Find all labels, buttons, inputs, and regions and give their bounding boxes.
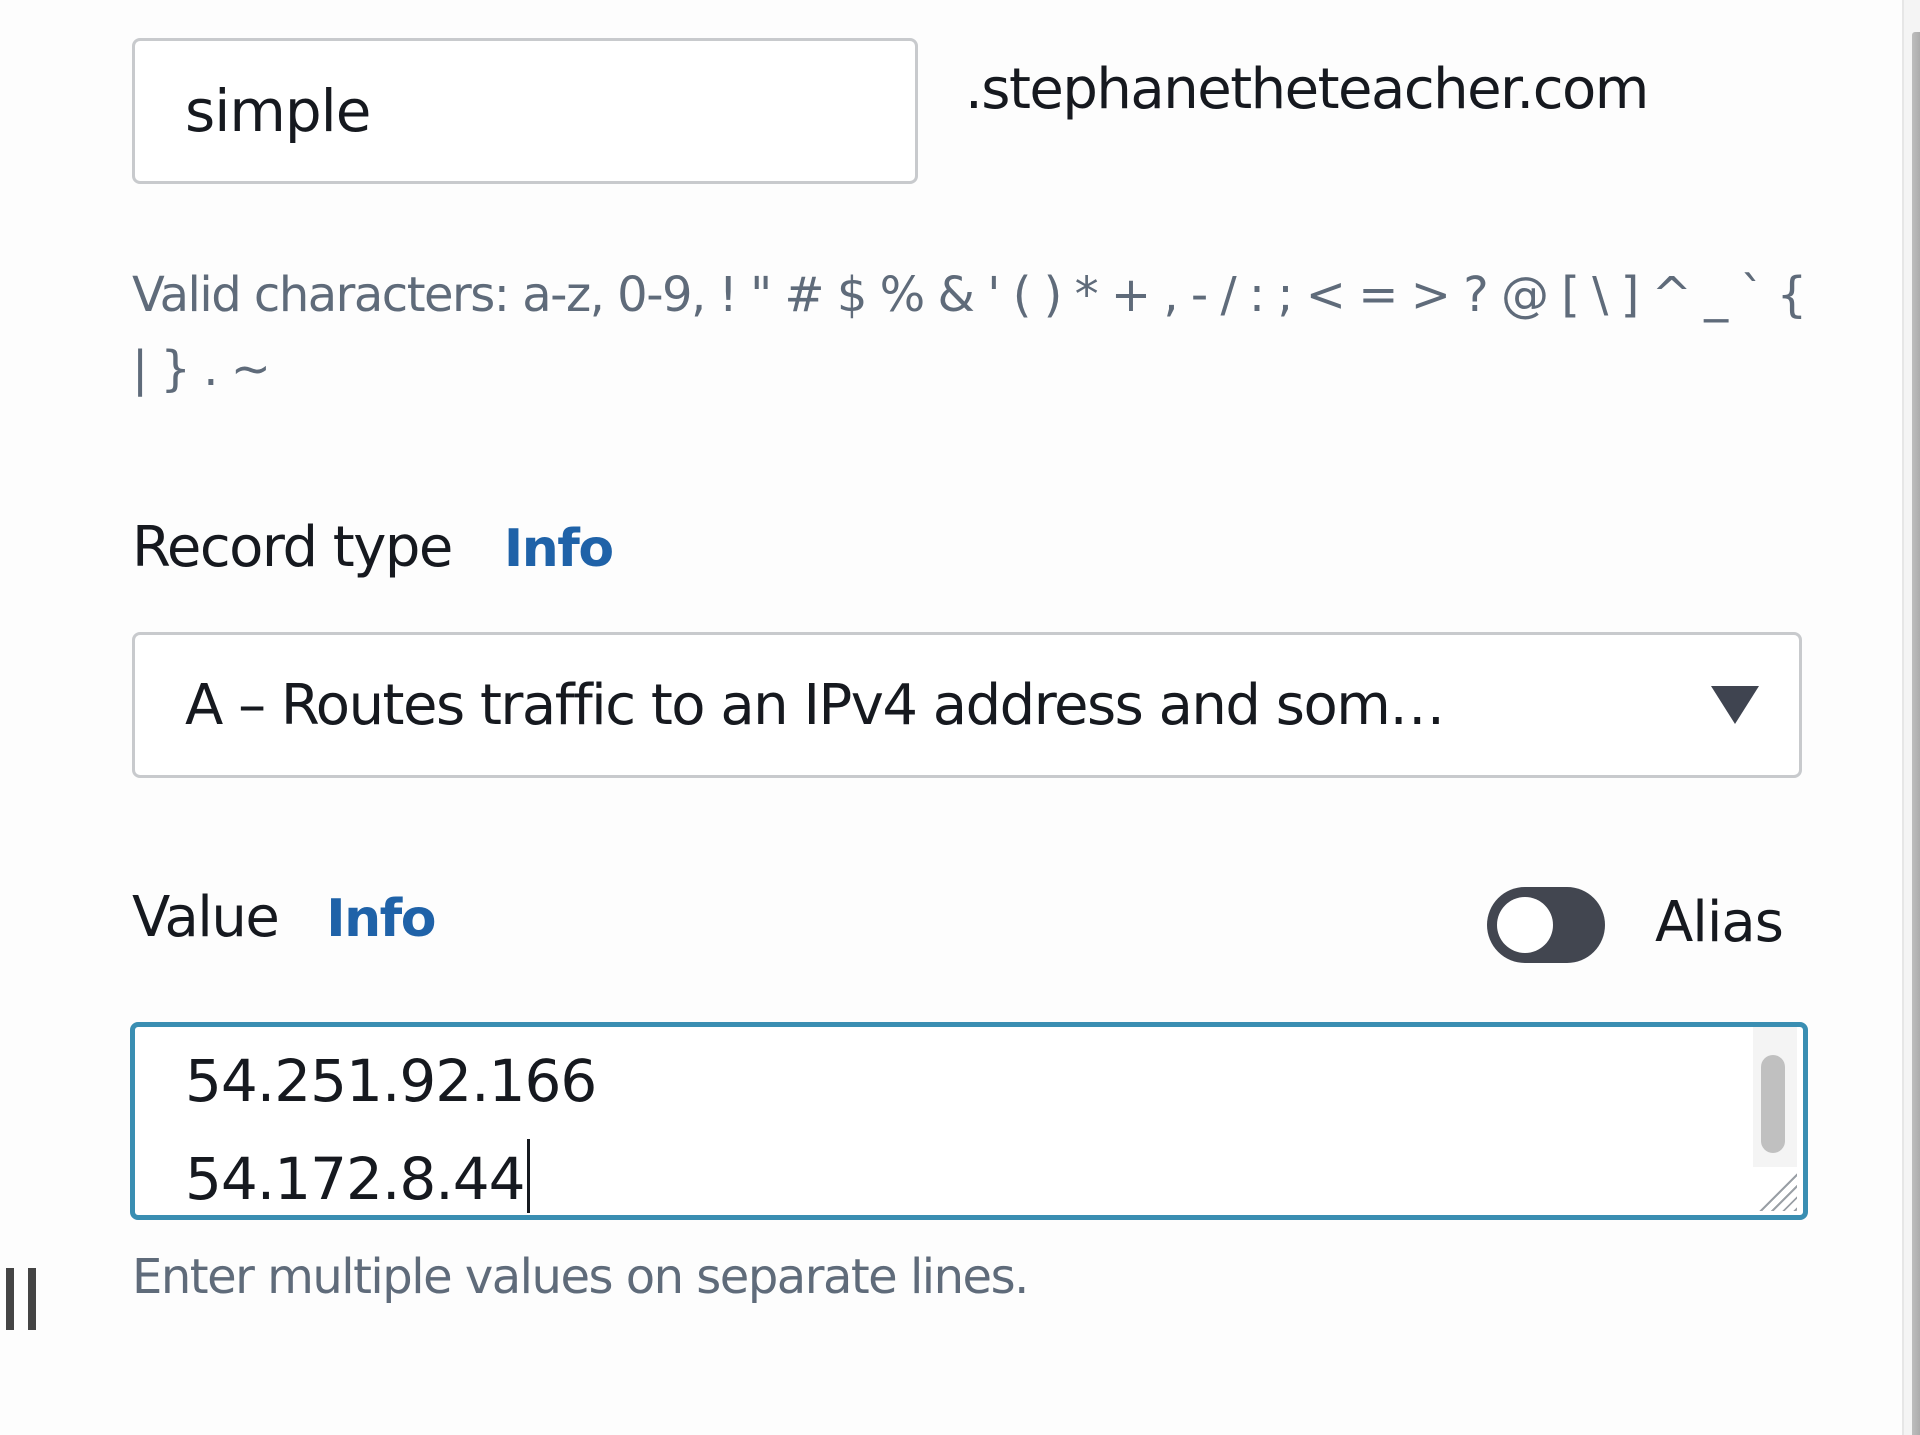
multiple-values-hint: Enter multiple values on separate lines. (132, 1249, 1029, 1305)
route53-record-form: .stephanetheteacher.com Valid characters… (0, 0, 1920, 1435)
value-line: 54.172.8.44 (185, 1130, 596, 1215)
value-textarea[interactable]: 54.251.92.166 54.172.8.44 (130, 1022, 1808, 1220)
value-info-link[interactable]: Info (326, 889, 436, 949)
record-type-label: Record type (132, 515, 453, 580)
valid-characters-hint: Valid characters: a-z, 0-9, ! " # $ % & … (132, 267, 1807, 397)
drag-handle-bar (28, 1268, 36, 1330)
caret-down-icon (1711, 686, 1759, 724)
record-name-input[interactable] (132, 38, 918, 184)
value-label-row: Value Info (132, 885, 436, 950)
domain-suffix: .stephanetheteacher.com (965, 57, 1649, 122)
alias-label: Alias (1655, 890, 1784, 955)
toggle-knob (1497, 897, 1553, 953)
drag-handle-bar (6, 1268, 14, 1330)
textarea-scrollbar-thumb[interactable] (1761, 1055, 1785, 1153)
resize-grip-icon[interactable] (1757, 1171, 1797, 1211)
drag-handle-icon[interactable] (6, 1268, 42, 1330)
record-type-info-link[interactable]: Info (504, 519, 614, 579)
value-line-text: 54.172.8.44 (185, 1145, 526, 1213)
record-type-select[interactable]: A – Routes traffic to an IPv4 address an… (132, 632, 1802, 778)
value-line: 54.251.92.166 (185, 1047, 597, 1115)
record-type-selected-value: A – Routes traffic to an IPv4 address an… (185, 672, 1445, 738)
value-lines: 54.251.92.166 54.172.8.44 (185, 1032, 597, 1215)
value-label: Value (132, 885, 280, 950)
text-cursor (526, 1139, 530, 1213)
record-type-label-row: Record type Info (132, 515, 614, 580)
panel-scrollbar[interactable] (1902, 0, 1920, 1435)
alias-toggle[interactable] (1487, 887, 1605, 963)
panel-scrollbar-thumb[interactable] (1912, 32, 1920, 1435)
